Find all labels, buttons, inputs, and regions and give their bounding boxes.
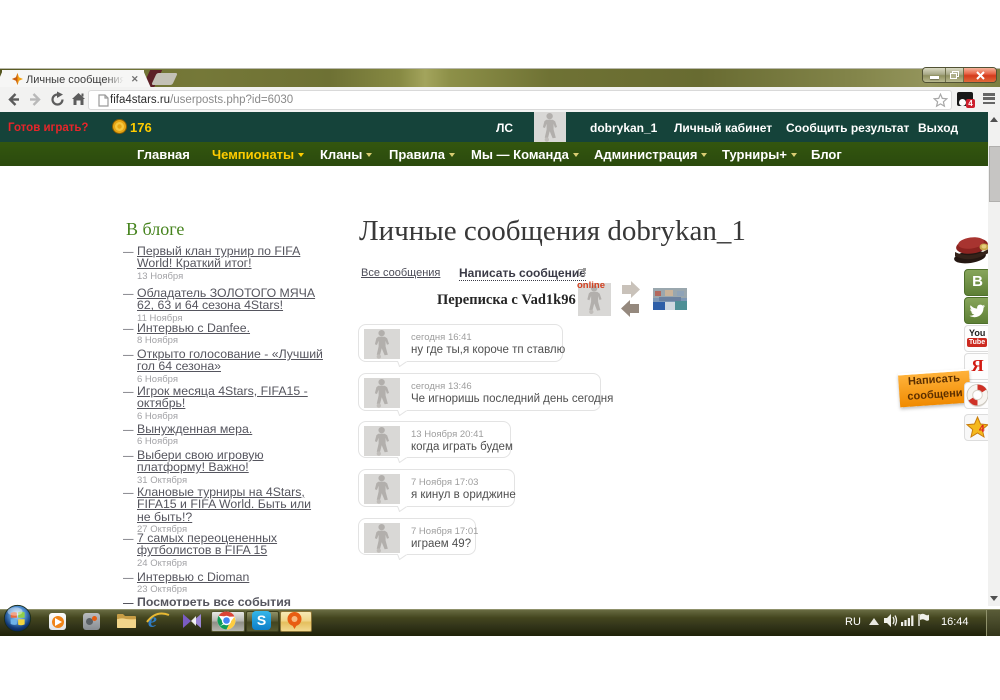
svg-text:4: 4 xyxy=(979,424,985,435)
